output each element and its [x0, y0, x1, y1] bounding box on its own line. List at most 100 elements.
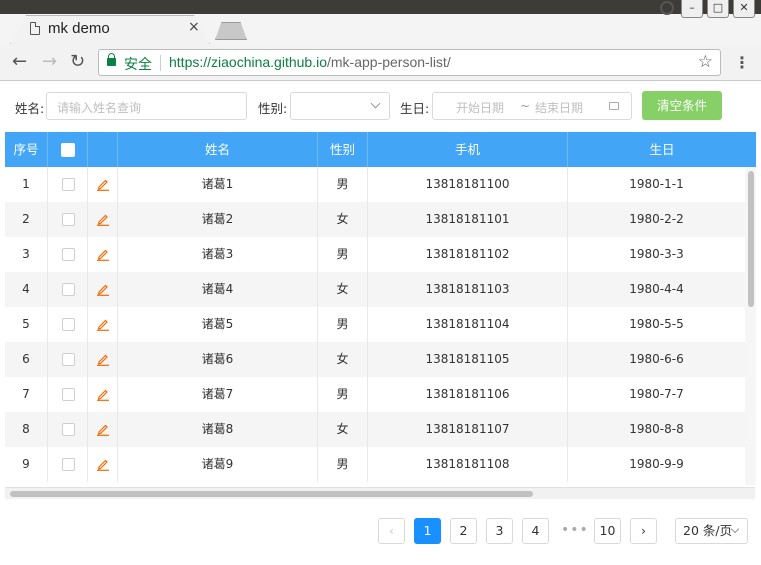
page-ellipsis[interactable]: ••• — [561, 518, 589, 542]
browser-toolbar: ← → ↻ 安全 https://ziaochina.github.io/mk-… — [0, 44, 761, 81]
clear-filters-button[interactable]: 清空条件 — [642, 91, 722, 120]
profile-icon[interactable] — [657, 0, 677, 18]
prev-page-button[interactable]: ‹ — [378, 518, 405, 544]
cell-gender: 女 — [318, 412, 368, 447]
name-search-placeholder: 请输入姓名查询 — [57, 101, 142, 115]
cell-gender: 女 — [318, 342, 368, 377]
reload-icon[interactable]: ↻ — [70, 51, 85, 72]
url-divider — [160, 55, 161, 71]
cell-name: 诸葛5 — [118, 307, 318, 342]
page-size-select[interactable]: 20 条/页 — [675, 518, 748, 544]
table-row[interactable]: 7 诸葛7 男 13818181106 1980-7-7 — [5, 377, 745, 412]
url-host: https://ziaochina.github.io — [169, 54, 327, 70]
table-row[interactable]: 1 诸葛1 男 13818181100 1980-1-1 — [5, 167, 745, 202]
table-row[interactable]: 5 诸葛5 男 13818181104 1980-5-5 — [5, 307, 745, 342]
maximize-icon[interactable]: □ — [707, 0, 729, 18]
horizontal-scrollbar[interactable] — [5, 487, 755, 499]
cell-index: 2 — [5, 202, 48, 237]
cell-gender: 男 — [318, 307, 368, 342]
row-checkbox[interactable] — [62, 388, 75, 401]
vertical-scroll-thumb[interactable] — [748, 171, 754, 307]
cell-name: 诸葛1 — [118, 167, 318, 202]
cell-birthday: 1980-2-2 — [629, 212, 684, 226]
cell-mobile: 13818181100 — [368, 167, 568, 202]
row-checkbox[interactable] — [62, 213, 75, 226]
birthday-filter-label: 生日: — [400, 101, 430, 116]
titlebar-top-strip — [0, 0, 761, 14]
cell-birthday: 1980-9-9 — [629, 457, 684, 471]
birthday-range-picker[interactable]: 开始日期 ~ 结束日期 — [432, 92, 632, 120]
close-window-icon[interactable]: ✕ — [733, 0, 755, 18]
lock-icon — [107, 53, 116, 66]
edit-icon[interactable] — [96, 352, 110, 366]
header-index: 序号 — [5, 132, 48, 167]
header-name[interactable]: 姓名 — [118, 132, 318, 167]
cell-birthday: 1980-7-7 — [629, 387, 684, 401]
header-select-all — [48, 132, 88, 167]
edit-icon[interactable] — [96, 317, 110, 331]
select-all-checkbox[interactable] — [61, 143, 75, 157]
table-row[interactable]: 9 诸葛9 男 13818181108 1980-9-9 — [5, 447, 745, 482]
minimize-icon[interactable]: – — [681, 0, 703, 18]
page-2-button[interactable]: 2 — [450, 518, 477, 544]
tab-title: mk demo — [48, 20, 110, 37]
row-checkbox[interactable] — [62, 248, 75, 261]
edit-icon[interactable] — [96, 422, 110, 436]
edit-icon[interactable] — [96, 177, 110, 191]
table-row[interactable]: 6 诸葛6 女 13818181105 1980-6-6 — [5, 342, 745, 377]
row-checkbox[interactable] — [62, 178, 75, 191]
page-1-button[interactable]: 1 — [414, 518, 441, 544]
cell-mobile: 13818181102 — [368, 237, 568, 272]
cell-name: 诸葛8 — [118, 412, 318, 447]
edit-icon[interactable] — [96, 387, 110, 401]
edit-icon[interactable] — [96, 457, 110, 471]
page-3-button[interactable]: 3 — [486, 518, 513, 544]
cell-birthday: 1980-3-3 — [629, 247, 684, 261]
new-tab-button[interactable] — [215, 22, 247, 40]
row-checkbox[interactable] — [62, 423, 75, 436]
name-search-input[interactable]: 请输入姓名查询 — [46, 92, 247, 120]
header-birthday[interactable]: 生日 — [568, 132, 756, 167]
edit-icon[interactable] — [96, 247, 110, 261]
row-checkbox[interactable] — [62, 353, 75, 366]
row-checkbox[interactable] — [62, 458, 75, 471]
page-10-button[interactable]: 10 — [594, 518, 621, 544]
browser-tab[interactable]: mk demo × — [10, 15, 210, 44]
next-page-button[interactable]: › — [630, 518, 657, 544]
header-actions — [88, 132, 118, 167]
start-date-placeholder: 开始日期 — [456, 101, 505, 115]
page-4-button[interactable]: 4 — [522, 518, 549, 544]
cell-gender: 男 — [318, 237, 368, 272]
cell-birthday: 1980-1-1 — [629, 177, 684, 191]
header-mobile[interactable]: 手机 — [368, 132, 568, 167]
row-checkbox[interactable] — [62, 283, 75, 296]
edit-icon[interactable] — [96, 212, 110, 226]
tab-close-icon[interactable]: × — [188, 19, 200, 35]
cell-index: 9 — [5, 447, 48, 482]
cell-name: 诸葛9 — [118, 447, 318, 482]
vertical-scrollbar[interactable] — [745, 167, 756, 485]
calendar-icon — [609, 102, 619, 110]
url-path: /mk-app-person-list/ — [327, 54, 451, 70]
table-row[interactable]: 4 诸葛4 女 13818181103 1980-4-4 — [5, 272, 745, 307]
browser-menu-icon[interactable]: ⋮ — [734, 53, 750, 72]
cell-birthday: 1980-6-6 — [629, 352, 684, 366]
table-row[interactable]: 8 诸葛8 女 13818181107 1980-8-8 — [5, 412, 745, 447]
bookmark-star-icon[interactable]: ☆ — [698, 52, 713, 72]
url-text[interactable]: https://ziaochina.github.io/mk-app-perso… — [169, 54, 451, 70]
header-gender[interactable]: 性别 — [318, 132, 368, 167]
table-row[interactable]: 2 诸葛2 女 13818181101 1980-2-2 — [5, 202, 745, 237]
row-checkbox[interactable] — [62, 318, 75, 331]
forward-icon[interactable]: → — [42, 51, 57, 72]
gender-select[interactable] — [290, 92, 390, 120]
back-icon[interactable]: ← — [12, 51, 27, 72]
table-header: 序号 姓名 性别 手机 生日 — [5, 132, 756, 167]
edit-icon[interactable] — [96, 282, 110, 296]
cell-index: 1 — [5, 167, 48, 202]
table-row[interactable]: 3 诸葛3 男 13818181102 1980-3-3 — [5, 237, 745, 272]
browser-titlebar: mk demo × – □ ✕ — [0, 0, 761, 44]
address-bar[interactable]: 安全 https://ziaochina.github.io/mk-app-pe… — [98, 49, 721, 76]
gender-filter-label: 性别: — [258, 101, 288, 116]
horizontal-scroll-thumb[interactable] — [10, 491, 533, 497]
cell-gender: 女 — [318, 272, 368, 307]
